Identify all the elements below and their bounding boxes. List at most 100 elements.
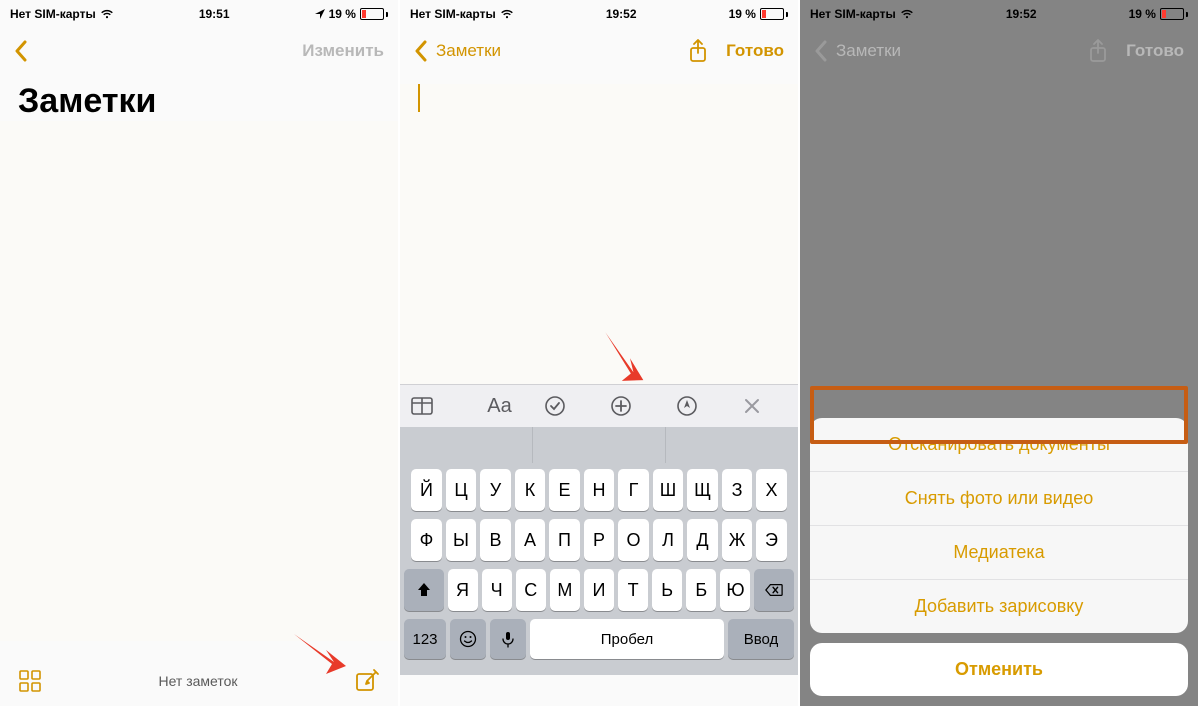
key-З[interactable]: З [722, 469, 753, 511]
back-label: Заметки [836, 41, 901, 61]
key-Г[interactable]: Г [618, 469, 649, 511]
keyboard: ЙЦУКЕНГШЩЗХ ФЫВАПРОЛДЖЭ ЯЧСМИТЬБЮ 123 Пр… [400, 463, 798, 675]
bottom-toolbar: Нет заметок [0, 656, 398, 706]
table-icon[interactable] [411, 397, 455, 415]
key-Е[interactable]: Е [549, 469, 580, 511]
key-О[interactable]: О [618, 519, 649, 561]
nav-bar: Заметки Готово [800, 26, 1198, 76]
key-Д[interactable]: Д [687, 519, 718, 561]
note-text-area[interactable] [400, 84, 798, 384]
wifi-icon [900, 9, 914, 19]
key-Л[interactable]: Л [653, 519, 684, 561]
key-М[interactable]: М [550, 569, 580, 611]
numbers-key[interactable]: 123 [404, 619, 446, 659]
keyboard-row: ЯЧСМИТЬБЮ [404, 569, 794, 611]
status-bar: Нет SIM-карты 19:52 19 % [800, 0, 1198, 26]
edit-button[interactable]: Изменить [302, 41, 384, 61]
carrier-text: Нет SIM-карты [810, 7, 896, 21]
back-button: Заметки [814, 40, 901, 62]
key-Й[interactable]: Й [411, 469, 442, 511]
key-Я[interactable]: Я [448, 569, 478, 611]
key-Ш[interactable]: Ш [653, 469, 684, 511]
enter-key[interactable]: Ввод [728, 619, 794, 659]
suggestion-slot[interactable] [533, 427, 666, 463]
clock: 19:52 [606, 7, 637, 21]
nav-bar: Заметки Готово [400, 26, 798, 76]
wifi-icon [100, 9, 114, 19]
battery-icon [360, 8, 388, 20]
key-С[interactable]: С [516, 569, 546, 611]
wifi-icon [500, 9, 514, 19]
carrier-text: Нет SIM-карты [410, 7, 496, 21]
action-cancel[interactable]: Отменить [810, 643, 1188, 696]
key-Ы[interactable]: Ы [446, 519, 477, 561]
keyboard-suggestions [400, 427, 798, 463]
battery-text: 19 % [729, 7, 756, 21]
key-Х[interactable]: Х [756, 469, 787, 511]
done-button[interactable]: Готово [726, 41, 784, 61]
back-button[interactable]: Заметки [414, 40, 501, 62]
key-В[interactable]: В [480, 519, 511, 561]
suggestion-slot[interactable] [666, 427, 798, 463]
clock: 19:51 [199, 7, 230, 21]
key-Ю[interactable]: Ю [720, 569, 750, 611]
empty-list-area [0, 121, 398, 641]
panel-action-sheet: Нет SIM-карты 19:52 19 % Заметки Готово [800, 0, 1200, 706]
action-take-photo-video[interactable]: Снять фото или видео [810, 472, 1188, 526]
key-И[interactable]: И [584, 569, 614, 611]
share-icon[interactable] [688, 39, 708, 63]
battery-icon [1160, 8, 1188, 20]
location-icon [315, 9, 325, 19]
battery-icon [760, 8, 788, 20]
battery-text: 19 % [1129, 7, 1156, 21]
key-Н[interactable]: Н [584, 469, 615, 511]
key-К[interactable]: К [515, 469, 546, 511]
space-key[interactable]: Пробел [530, 619, 724, 659]
share-icon [1088, 39, 1108, 63]
nav-bar: Изменить [0, 26, 398, 76]
key-А[interactable]: А [515, 519, 546, 561]
key-Ф[interactable]: Ф [411, 519, 442, 561]
key-Б[interactable]: Б [686, 569, 716, 611]
key-Т[interactable]: Т [618, 569, 648, 611]
back-chevron-icon[interactable] [14, 40, 28, 62]
page-title: Заметки [0, 76, 398, 121]
keyboard-row: 123 Пробел Ввод [404, 619, 794, 659]
key-Ц[interactable]: Ц [446, 469, 477, 511]
empty-state-text: Нет заметок [158, 673, 237, 689]
close-toolbar-icon[interactable] [743, 397, 787, 415]
grid-view-icon[interactable] [18, 669, 42, 693]
battery-text: 19 % [329, 7, 356, 21]
suggestion-slot[interactable] [400, 427, 533, 463]
backspace-key[interactable] [754, 569, 794, 611]
keyboard-row: ФЫВАПРОЛДЖЭ [404, 519, 794, 561]
key-Щ[interactable]: Щ [687, 469, 718, 511]
text-format-button[interactable]: Aa [477, 395, 521, 418]
key-П[interactable]: П [549, 519, 580, 561]
action-scan-documents[interactable]: Отсканировать документы [810, 418, 1188, 472]
key-Э[interactable]: Э [756, 519, 787, 561]
checklist-icon[interactable] [544, 395, 588, 417]
key-Ж[interactable]: Ж [722, 519, 753, 561]
text-cursor [418, 84, 420, 112]
panel-notes-list: Нет SIM-карты 19:51 19 % Изменить Заметк… [0, 0, 400, 706]
key-Ч[interactable]: Ч [482, 569, 512, 611]
status-bar: Нет SIM-карты 19:52 19 % [400, 0, 798, 26]
key-Ь[interactable]: Ь [652, 569, 682, 611]
markup-icon[interactable] [676, 395, 720, 417]
panel-note-editor: Нет SIM-карты 19:52 19 % Заметки Готово [400, 0, 800, 706]
add-attachment-icon[interactable] [610, 395, 654, 417]
keyboard-row: ЙЦУКЕНГШЩЗХ [404, 469, 794, 511]
key-У[interactable]: У [480, 469, 511, 511]
compose-icon[interactable] [354, 668, 380, 694]
action-add-sketch[interactable]: Добавить зарисовку [810, 580, 1188, 633]
emoji-key[interactable] [450, 619, 486, 659]
back-label: Заметки [436, 41, 501, 61]
status-bar: Нет SIM-карты 19:51 19 % [0, 0, 398, 26]
action-sheet: Отсканировать документы Снять фото или в… [810, 418, 1188, 696]
back-chevron-icon [814, 40, 828, 62]
shift-key[interactable] [404, 569, 444, 611]
action-photo-library[interactable]: Медиатека [810, 526, 1188, 580]
mic-key[interactable] [490, 619, 526, 659]
key-Р[interactable]: Р [584, 519, 615, 561]
